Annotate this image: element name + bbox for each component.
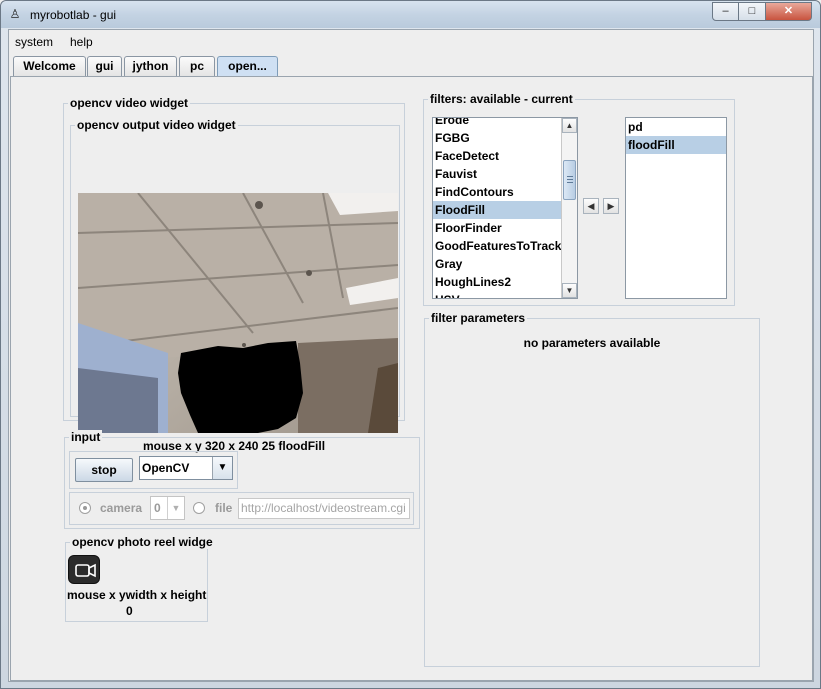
maximize-button[interactable]: □	[738, 2, 766, 21]
window-title: myrobotlab - gui	[30, 8, 117, 22]
title-bar[interactable]: ♙ myrobotlab - gui – □ ✕	[1, 1, 820, 28]
available-filter-item[interactable]: FaceDetect	[433, 147, 562, 165]
available-filters-items: Erode FGBG FaceDetect Fauvist FindContours Fl…	[433, 118, 562, 298]
tab-opencv[interactable]: open...	[217, 56, 278, 76]
filter-parameters-group: filter parameters no parameters availabl…	[424, 311, 760, 667]
available-filter-item[interactable]: FindContours	[433, 183, 562, 201]
available-filters-scrollbar[interactable]: ▲ ▼	[561, 118, 577, 298]
current-filter-item[interactable]: pd	[626, 118, 726, 136]
file-radio[interactable]	[193, 502, 205, 514]
video-widget-label: opencv video widget	[68, 96, 191, 110]
available-filter-item[interactable]: FGBG	[433, 129, 562, 147]
available-filters-list[interactable]: Erode FGBG FaceDetect Fauvist FindContours Fl…	[432, 117, 578, 299]
chevron-right-icon: ▶	[607, 201, 615, 211]
output-video-label: opencv output video widget	[75, 118, 238, 132]
remove-filter-button[interactable]: ◀	[583, 198, 599, 214]
available-filter-item[interactable]: HoughLines2	[433, 273, 562, 291]
source-select[interactable]: OpenCV ▼	[139, 456, 233, 480]
tab-welcome[interactable]: Welcome	[13, 56, 86, 76]
file-label: file	[215, 501, 233, 515]
add-filter-button[interactable]: ▶	[603, 198, 619, 214]
current-filters-items: pd floodFill	[626, 118, 726, 154]
client-area: system help Welcome gui jython pc open..…	[8, 29, 814, 682]
photo-reel-count: 0	[126, 604, 133, 618]
current-filters-list[interactable]: pd floodFill	[625, 117, 727, 299]
camera-index-value: 0	[154, 501, 161, 515]
available-filter-item[interactable]: HSV	[433, 291, 562, 298]
tab-strip: Welcome gui jython pc open...	[11, 56, 811, 76]
tab-gui[interactable]: gui	[87, 56, 122, 76]
chevron-left-icon: ◀	[587, 201, 595, 211]
video-frame-image	[78, 193, 398, 433]
robot-icon: ♙	[9, 7, 21, 21]
no-parameters-message: no parameters available	[523, 336, 661, 350]
menu-system[interactable]: system	[15, 35, 53, 49]
video-feed[interactable]	[78, 193, 398, 433]
scroll-up-icon[interactable]: ▲	[562, 118, 577, 133]
source-select-value: OpenCV	[142, 461, 190, 475]
minimize-button[interactable]: –	[712, 2, 739, 21]
scroll-thumb[interactable]	[563, 160, 576, 200]
app-window: ♙ myrobotlab - gui – □ ✕ system help Wel…	[0, 0, 821, 689]
camera-index-select[interactable]: 0 ▼	[150, 496, 185, 520]
input-label: input	[69, 430, 103, 444]
current-filter-item[interactable]: floodFill	[626, 136, 726, 154]
available-filter-item[interactable]: GoodFeaturesToTrack	[433, 237, 562, 255]
available-filter-item[interactable]: Erode	[433, 118, 562, 129]
menu-help[interactable]: help	[70, 35, 93, 49]
stop-button[interactable]: stop	[75, 458, 133, 482]
camera-radio[interactable]	[79, 502, 91, 514]
tab-pc[interactable]: pc	[179, 56, 215, 76]
scroll-down-icon[interactable]: ▼	[562, 283, 577, 298]
menu-bar: system help	[9, 30, 813, 54]
file-url-input[interactable]: http://localhost/videostream.cgi	[238, 498, 410, 519]
close-button[interactable]: ✕	[765, 2, 812, 21]
available-filter-item[interactable]: Gray	[433, 255, 562, 273]
available-filter-item[interactable]: Fauvist	[433, 165, 562, 183]
available-filter-item[interactable]: FloodFill	[433, 201, 562, 219]
filter-parameters-label: filter parameters	[429, 311, 528, 325]
chevron-down-icon[interactable]: ▼	[167, 497, 184, 519]
opencv-panel: opencv video widget opencv output video …	[10, 76, 813, 681]
photo-reel-label: opencv photo reel widge	[70, 535, 215, 549]
camera-label: camera	[100, 501, 143, 515]
photo-reel-status: mouse x ywidth x height	[67, 588, 207, 602]
tab-jython[interactable]: jython	[124, 56, 177, 76]
chevron-down-icon[interactable]: ▼	[212, 457, 232, 479]
available-filter-item[interactable]: FloorFinder	[433, 219, 562, 237]
filters-label: filters: available - current	[428, 92, 575, 106]
video-camera-icon[interactable]	[68, 555, 100, 584]
